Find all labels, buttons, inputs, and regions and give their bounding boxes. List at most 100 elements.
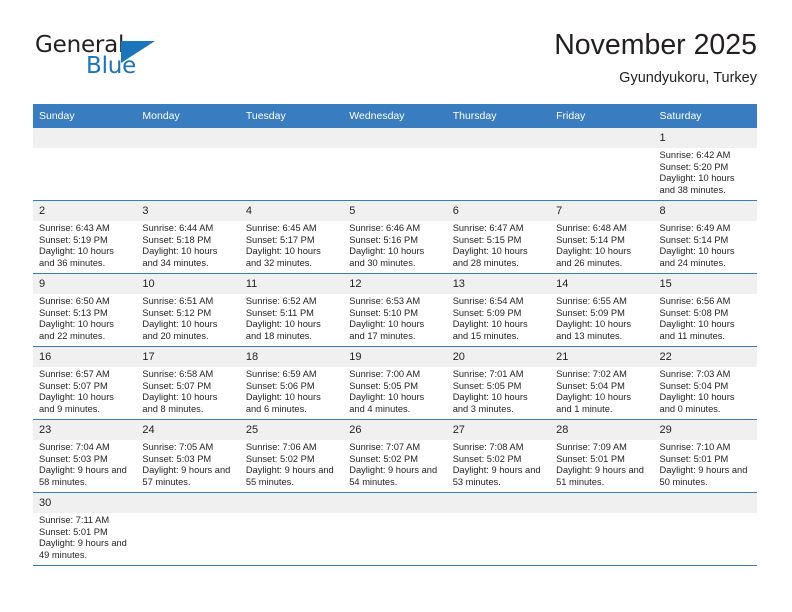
day-details: Sunrise: 6:57 AM Sunset: 5:07 PM Daylight:…	[33, 367, 136, 415]
day-number	[33, 128, 137, 148]
calendar-day-cell[interactable]: 10 Sunrise: 6:51 AM Sunset: 5:12 PM Dayligh…	[136, 273, 240, 347]
sunset-text: Sunset: 5:03 PM	[39, 453, 108, 464]
calendar-day-cell[interactable]: 3 Sunrise: 6:44 AM Sunset: 5:18 PM Daylight…	[136, 200, 240, 274]
sunrise-text: Sunrise: 6:59 AM	[245, 369, 317, 379]
calendar-day-cell[interactable]: 5 Sunrise: 6:46 AM Sunset: 5:16 PM Daylight…	[343, 200, 447, 274]
day-details: Sunrise: 6:53 AM Sunset: 5:10 PM Daylight:…	[343, 294, 446, 342]
calendar-day-cell[interactable]: 29 Sunrise: 7:10 AM Sunset: 5:01 PM Dayligh…	[653, 419, 757, 493]
sunset-text: Sunset: 5:02 PM	[245, 453, 315, 464]
calendar-day-cell[interactable]: 2 Sunrise: 6:43 AM Sunset: 5:19 PM Daylight…	[33, 200, 137, 274]
sunrise-text: Sunrise: 6:51 AM	[142, 296, 214, 306]
calendar-day-cell[interactable]: 25 Sunrise: 7:06 AM Sunset: 5:02 PM Dayligh…	[239, 419, 344, 493]
calendar-cell-empty	[136, 128, 240, 201]
daylight-text: Daylight: 10 hours and 3 minutes.	[452, 392, 528, 414]
sunset-text: Sunset: 5:11 PM	[245, 307, 314, 318]
calendar-cell-empty	[653, 492, 757, 566]
calendar-day-cell[interactable]: 22 Sunrise: 7:03 AM Sunset: 5:04 PM Dayligh…	[653, 346, 757, 420]
day-details: Sunrise: 7:06 AM Sunset: 5:02 PM Daylight:…	[240, 440, 343, 488]
calendar-day-cell[interactable]: 7 Sunrise: 6:48 AM Sunset: 5:14 PM Daylight…	[550, 200, 654, 274]
calendar-day-cell[interactable]: 23 Sunrise: 7:04 AM Sunset: 5:03 PM Dayligh…	[33, 419, 137, 493]
calendar-day-cell[interactable]: 17 Sunrise: 6:58 AM Sunset: 5:07 PM Dayligh…	[136, 346, 240, 420]
day-details: Sunrise: 6:52 AM Sunset: 5:11 PM Daylight:…	[240, 294, 343, 342]
calendar-week-row: 1 Sunrise: 6:42 AM Sunset: 5:20 PM Daylight…	[33, 128, 757, 201]
day-details: Sunrise: 7:05 AM Sunset: 5:03 PM Daylight:…	[136, 440, 239, 488]
day-number: 13	[446, 274, 551, 294]
day-cell-inner: 27 Sunrise: 7:08 AM Sunset: 5:02 PM Dayligh…	[446, 420, 551, 492]
weekday-header-thursday: Thursday	[446, 104, 551, 128]
sunrise-text: Sunrise: 7:09 AM	[556, 442, 627, 452]
sunrise-text: Sunrise: 6:54 AM	[452, 296, 524, 306]
day-cell-inner: 10 Sunrise: 6:51 AM Sunset: 5:12 PM Dayligh…	[136, 274, 240, 346]
day-cell-inner	[343, 493, 447, 565]
weekday-header-tuesday: Tuesday	[239, 104, 344, 128]
calendar-cell-empty	[446, 492, 551, 566]
sunset-text: Sunset: 5:01 PM	[39, 526, 108, 537]
calendar-day-cell[interactable]: 19 Sunrise: 7:00 AM Sunset: 5:05 PM Dayligh…	[343, 346, 447, 420]
daylight-text: Daylight: 10 hours and 36 minutes.	[39, 246, 114, 268]
sunrise-text: Sunrise: 7:10 AM	[659, 442, 731, 452]
sunset-text: Sunset: 5:05 PM	[349, 380, 418, 391]
calendar-day-cell[interactable]: 18 Sunrise: 6:59 AM Sunset: 5:06 PM Dayligh…	[239, 346, 344, 420]
calendar-day-cell[interactable]: 28 Sunrise: 7:09 AM Sunset: 5:01 PM Dayligh…	[550, 419, 654, 493]
day-cell-inner: 11 Sunrise: 6:52 AM Sunset: 5:11 PM Dayligh…	[239, 274, 344, 346]
calendar-day-cell[interactable]: 11 Sunrise: 6:52 AM Sunset: 5:11 PM Dayligh…	[239, 273, 344, 347]
calendar-day-cell[interactable]: 4 Sunrise: 6:45 AM Sunset: 5:17 PM Daylight…	[239, 200, 344, 274]
day-number: 7	[550, 201, 654, 221]
calendar-day-cell[interactable]: 30 Sunrise: 7:11 AM Sunset: 5:01 PM Dayligh…	[33, 492, 137, 566]
day-number: 28	[550, 420, 654, 440]
weekday-header-friday: Friday	[550, 104, 654, 128]
day-cell-inner: 8 Sunrise: 6:49 AM Sunset: 5:14 PM Daylight…	[653, 201, 757, 273]
calendar-day-cell[interactable]: 20 Sunrise: 7:01 AM Sunset: 5:05 PM Dayligh…	[446, 346, 551, 420]
day-number: 5	[343, 201, 447, 221]
sunset-text: Sunset: 5:07 PM	[39, 380, 108, 391]
day-number: 17	[136, 347, 240, 367]
calendar-day-cell[interactable]: 9 Sunrise: 6:50 AM Sunset: 5:13 PM Daylight…	[33, 273, 137, 347]
calendar-day-cell[interactable]: 27 Sunrise: 7:08 AM Sunset: 5:02 PM Dayligh…	[446, 419, 551, 493]
day-cell-inner	[446, 493, 551, 565]
calendar-day-cell[interactable]: 13 Sunrise: 6:54 AM Sunset: 5:09 PM Dayligh…	[446, 273, 551, 347]
day-details: Sunrise: 7:00 AM Sunset: 5:05 PM Daylight:…	[343, 367, 446, 415]
day-cell-inner	[653, 493, 757, 565]
daylight-text: Daylight: 10 hours and 6 minutes.	[245, 392, 321, 414]
sunrise-text: Sunrise: 6:52 AM	[245, 296, 317, 306]
sunrise-text: Sunrise: 6:55 AM	[556, 296, 627, 306]
calendar-day-cell[interactable]: 15 Sunrise: 6:56 AM Sunset: 5:08 PM Dayligh…	[653, 273, 757, 347]
day-number: 29	[653, 420, 757, 440]
sunrise-text: Sunrise: 6:48 AM	[556, 223, 627, 233]
calendar-day-cell[interactable]: 8 Sunrise: 6:49 AM Sunset: 5:14 PM Daylight…	[653, 200, 757, 274]
sunset-text: Sunset: 5:09 PM	[452, 307, 522, 318]
calendar-day-cell[interactable]: 1 Sunrise: 6:42 AM Sunset: 5:20 PM Daylight…	[653, 128, 757, 201]
calendar-day-cell[interactable]: 6 Sunrise: 6:47 AM Sunset: 5:15 PM Daylight…	[446, 200, 551, 274]
calendar-cell-empty	[136, 492, 240, 566]
calendar-week-row: 2 Sunrise: 6:43 AM Sunset: 5:19 PM Daylight…	[33, 200, 757, 274]
calendar-day-cell[interactable]: 21 Sunrise: 7:02 AM Sunset: 5:04 PM Dayligh…	[550, 346, 654, 420]
day-cell-inner: 15 Sunrise: 6:56 AM Sunset: 5:08 PM Dayligh…	[653, 274, 757, 346]
day-details: Sunrise: 7:11 AM Sunset: 5:01 PM Daylight:…	[33, 513, 136, 561]
calendar-day-cell[interactable]: 16 Sunrise: 6:57 AM Sunset: 5:07 PM Dayligh…	[33, 346, 137, 420]
sunset-text: Sunset: 5:13 PM	[39, 307, 108, 318]
sunrise-text: Sunrise: 7:00 AM	[349, 369, 421, 379]
day-cell-inner: 5 Sunrise: 6:46 AM Sunset: 5:16 PM Daylight…	[343, 201, 447, 273]
calendar-day-cell[interactable]: 12 Sunrise: 6:53 AM Sunset: 5:10 PM Dayligh…	[343, 273, 447, 347]
page-header: General Blue November 2025 Gyundyukoru, …	[33, 28, 757, 98]
calendar-day-cell[interactable]: 26 Sunrise: 7:07 AM Sunset: 5:02 PM Dayligh…	[343, 419, 447, 493]
day-cell-inner: 14 Sunrise: 6:55 AM Sunset: 5:09 PM Dayligh…	[550, 274, 654, 346]
day-cell-inner: 24 Sunrise: 7:05 AM Sunset: 5:03 PM Dayligh…	[136, 420, 240, 492]
brand-logo[interactable]: General Blue	[33, 28, 243, 88]
sunset-text: Sunset: 5:12 PM	[142, 307, 212, 318]
calendar-cell-empty	[550, 492, 654, 566]
page-title: November 2025	[554, 29, 757, 61]
sunrise-text: Sunrise: 6:46 AM	[349, 223, 421, 233]
day-details: Sunrise: 7:02 AM Sunset: 5:04 PM Daylight:…	[550, 367, 653, 415]
day-cell-inner: 30 Sunrise: 7:11 AM Sunset: 5:01 PM Dayligh…	[33, 493, 137, 565]
sunset-text: Sunset: 5:17 PM	[245, 234, 315, 245]
title-block: November 2025 Gyundyukoru, Turkey	[554, 28, 757, 89]
sunrise-text: Sunrise: 6:44 AM	[142, 223, 214, 233]
daylight-text: Daylight: 10 hours and 26 minutes.	[556, 246, 632, 268]
calendar-day-cell[interactable]: 24 Sunrise: 7:05 AM Sunset: 5:03 PM Dayligh…	[136, 419, 240, 493]
daylight-text: Daylight: 10 hours and 18 minutes.	[245, 319, 321, 341]
day-number: 6	[446, 201, 551, 221]
daylight-text: Daylight: 10 hours and 20 minutes.	[142, 319, 218, 341]
daylight-text: Daylight: 9 hours and 58 minutes.	[39, 465, 127, 487]
calendar-day-cell[interactable]: 14 Sunrise: 6:55 AM Sunset: 5:09 PM Dayligh…	[550, 273, 654, 347]
